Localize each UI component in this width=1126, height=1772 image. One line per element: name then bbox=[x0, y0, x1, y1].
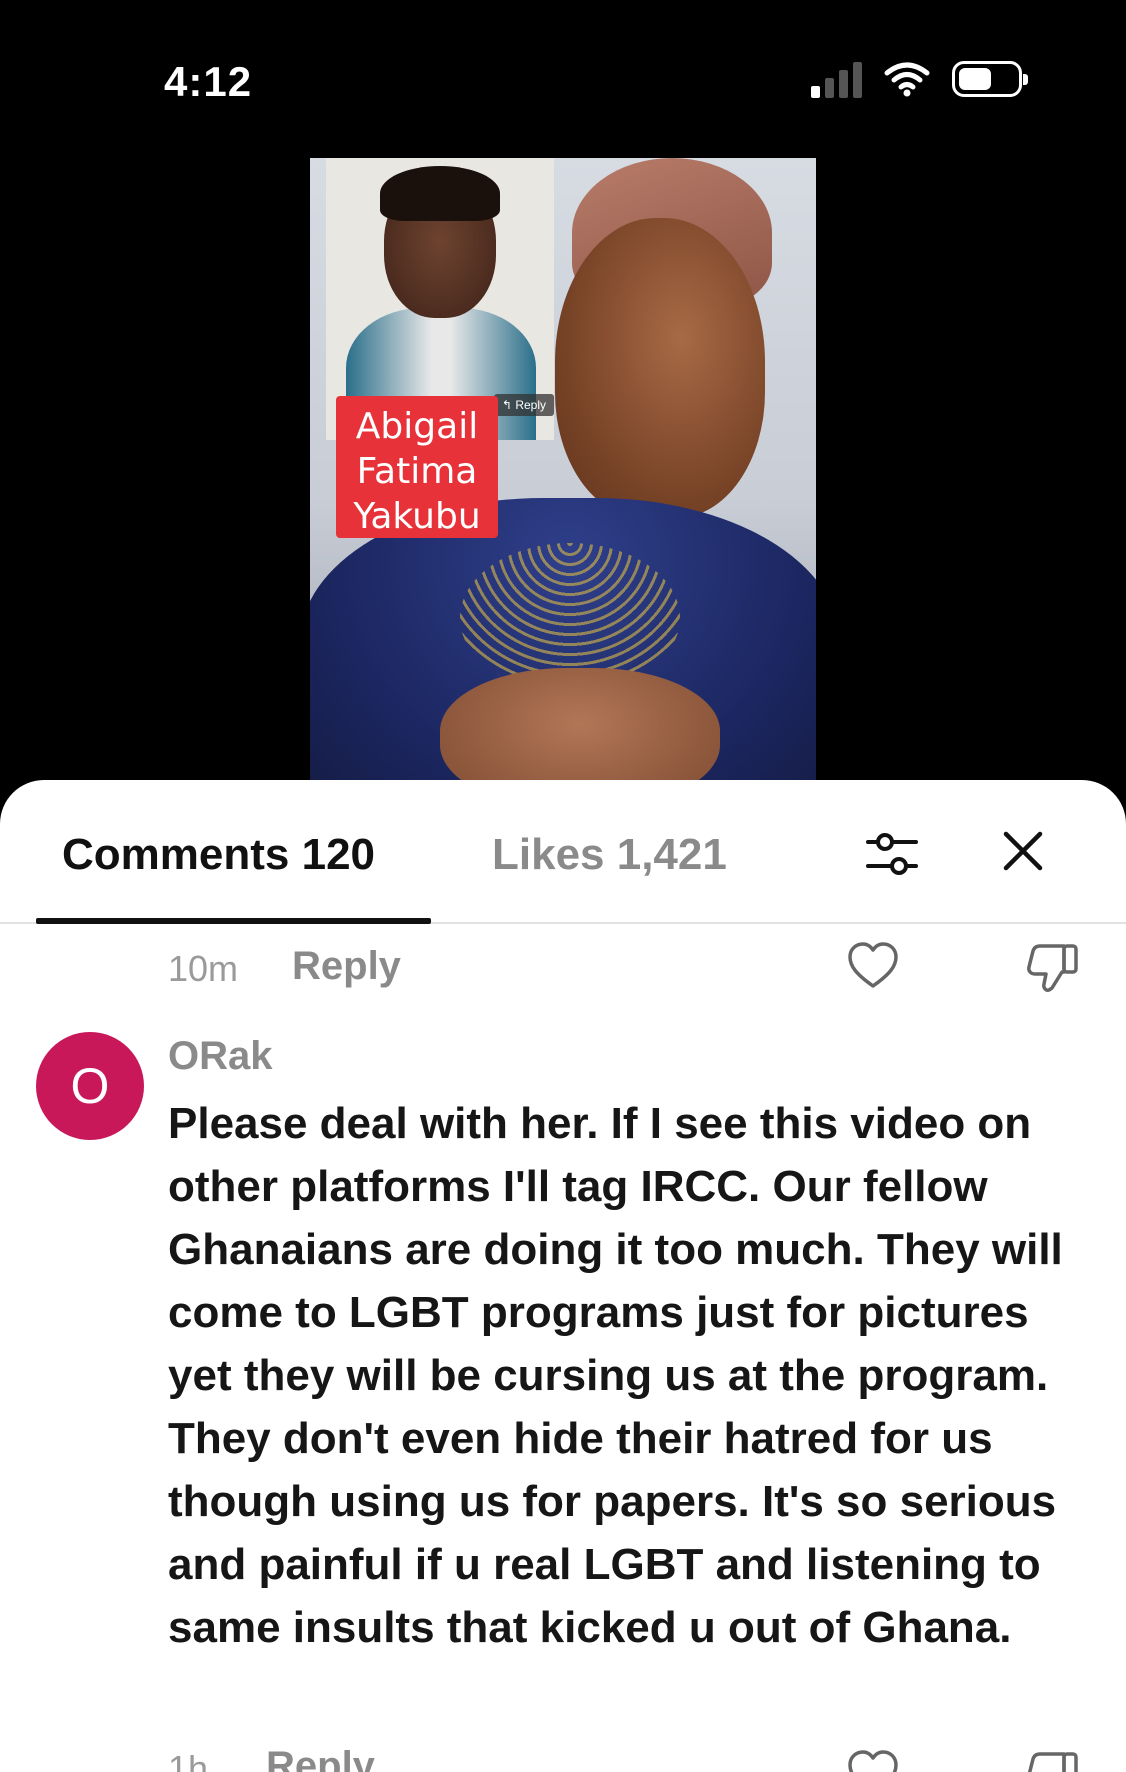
reply-button[interactable]: Reply bbox=[266, 1744, 375, 1772]
name-label-line: Fatima bbox=[356, 451, 478, 492]
tab-comments[interactable]: Comments 120 bbox=[62, 830, 375, 880]
comment-text: Please deal with her. If I see this vide… bbox=[168, 1099, 1063, 1652]
video-name-label: Abigail Fatima Yakubu bbox=[336, 396, 498, 538]
comment-timestamp: 1h bbox=[168, 1748, 209, 1772]
inset-reply-tag: ↰ Reply bbox=[493, 394, 554, 416]
status-time: 4:12 bbox=[164, 58, 253, 105]
comments-sheet: Comments 120 Likes 1,421 10m Reply O ORa… bbox=[0, 780, 1126, 1772]
video-player[interactable]: ↰ Reply Abigail Fatima Yakubu bbox=[310, 158, 816, 780]
name-label-line: Yakubu bbox=[353, 496, 481, 537]
cellular-signal-icon bbox=[811, 60, 862, 98]
avatar[interactable]: O bbox=[36, 1032, 144, 1140]
screen: 4:12 ↰ Reply Abigail Fatima Yakubu Comme… bbox=[0, 0, 1126, 1772]
close-icon[interactable] bbox=[998, 826, 1048, 876]
dislike-icon[interactable] bbox=[1026, 940, 1080, 994]
wifi-icon bbox=[884, 62, 930, 97]
active-tab-indicator bbox=[36, 918, 431, 924]
inset-hair bbox=[380, 166, 500, 221]
inset-reply-tag-label: Reply bbox=[515, 398, 546, 412]
sheet-tabs: Comments 120 Likes 1,421 bbox=[0, 780, 1126, 924]
name-label-line: Abigail bbox=[355, 406, 479, 447]
video-speaker-face bbox=[555, 218, 765, 518]
comment-timestamp: 10m bbox=[168, 948, 239, 989]
heart-icon[interactable] bbox=[846, 940, 900, 992]
previous-comment-meta: 10m Reply bbox=[0, 940, 1126, 1000]
heart-icon[interactable] bbox=[846, 1748, 900, 1772]
battery-icon bbox=[952, 61, 1028, 97]
dislike-icon[interactable] bbox=[1026, 1748, 1080, 1772]
reply-button[interactable]: Reply bbox=[292, 944, 401, 989]
filter-icon[interactable] bbox=[862, 826, 922, 882]
status-icons bbox=[811, 60, 1028, 98]
tab-likes[interactable]: Likes 1,421 bbox=[492, 830, 727, 880]
comment-username[interactable]: ORak bbox=[168, 1034, 273, 1079]
video-speaker-hand bbox=[440, 668, 720, 780]
comment-meta: 1h Reply bbox=[0, 1744, 1126, 1772]
